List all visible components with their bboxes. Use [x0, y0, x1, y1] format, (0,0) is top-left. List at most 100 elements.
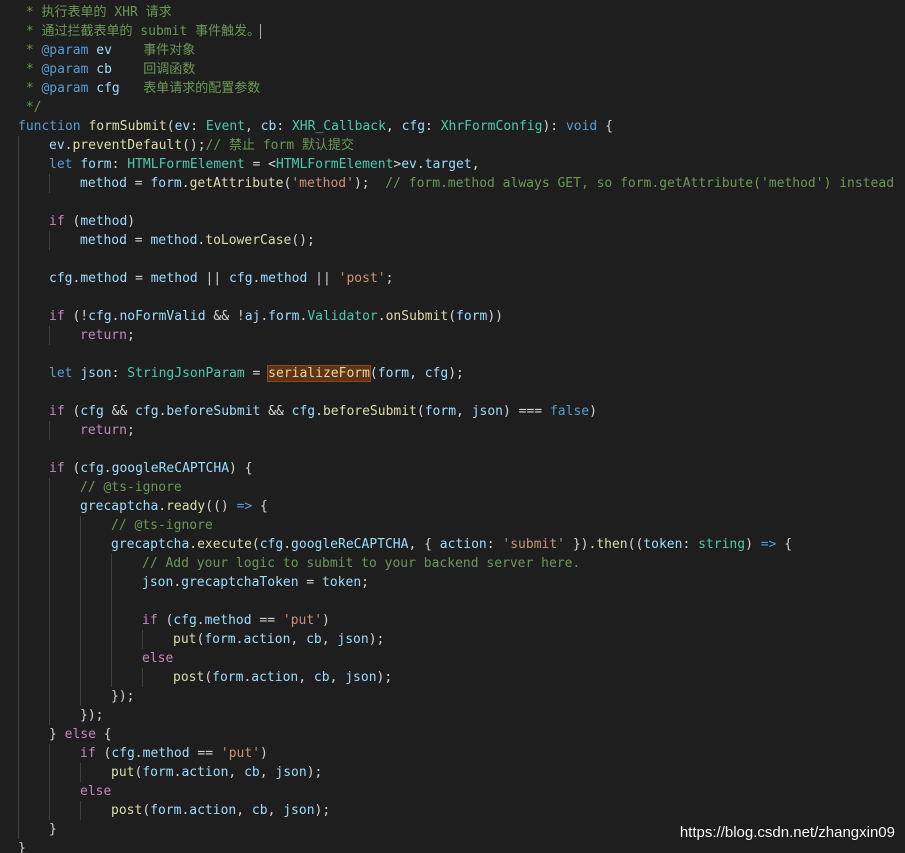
indent-guide [18, 820, 19, 839]
code-token: false [549, 404, 590, 419]
code-line[interactable]: put(form.action, cb, json); [18, 763, 905, 782]
code-line[interactable]: if (method) [18, 212, 905, 231]
code-token: * [18, 81, 42, 96]
code-line[interactable]: method = method.toLowerCase(); [18, 231, 905, 250]
code-token: = < [244, 157, 277, 172]
code-token: return [80, 423, 127, 438]
code-token: cb [96, 62, 112, 77]
indent-guide [49, 516, 50, 535]
code-line[interactable]: return; [18, 326, 905, 345]
code-line[interactable]: ev.preventDefault();// 禁止 form 默认提交 [18, 136, 905, 155]
code-token: cfg [49, 271, 73, 286]
code-token: json [80, 366, 112, 381]
indent-guide [18, 364, 19, 383]
code-line[interactable]: grecaptcha.ready(() => { [18, 497, 905, 516]
code-line[interactable]: }); [18, 706, 905, 725]
code-line[interactable]: method = form.getAttribute('method'); //… [18, 174, 905, 193]
code-token: . [103, 461, 112, 476]
code-token: action [243, 632, 291, 647]
code-line[interactable]: if (cfg.googleReCAPTCHA) { [18, 459, 905, 478]
code-token: ( [64, 461, 81, 476]
code-token: ); [353, 176, 386, 191]
code-line[interactable]: post(form.action, cb, json); [18, 801, 905, 820]
code-line[interactable]: // Add your logic to submit to your back… [18, 554, 905, 573]
code-token: form [150, 176, 182, 191]
code-token: return [80, 328, 127, 343]
indent-guide [49, 706, 50, 725]
indent-guide [18, 345, 19, 364]
code-token: execute [197, 537, 252, 552]
code-token: } [49, 822, 57, 837]
code-line[interactable]: else [18, 649, 905, 668]
code-token: ): [542, 119, 566, 134]
code-editor[interactable]: * 执行表单的 XHR 请求 * 通过拦截表单的 submit 事件触发。 * … [0, 0, 905, 853]
code-line[interactable]: * @param ev 事件对象 [18, 41, 905, 60]
code-area[interactable]: * 执行表单的 XHR 请求 * 通过拦截表单的 submit 事件触发。 * … [18, 3, 905, 853]
code-token: ( [448, 309, 457, 324]
code-line[interactable]: if (cfg.method == 'put') [18, 744, 905, 763]
code-line[interactable] [18, 288, 905, 307]
indent-guide [49, 535, 50, 554]
indent-guide [49, 478, 50, 497]
code-token: * 通过拦截表单的 submit 事件触发。 [18, 24, 261, 39]
code-line[interactable]: * 通过拦截表单的 submit 事件触发。 [18, 22, 905, 41]
code-token: cb [244, 765, 260, 780]
code-line[interactable]: * @param cb 回调函数 [18, 60, 905, 79]
code-line[interactable]: * @param cfg 表单请求的配置参数 [18, 79, 905, 98]
code-line[interactable]: if (cfg.method == 'put') [18, 611, 905, 630]
indent-guide [80, 554, 81, 573]
highlighted-token: serializeForm [267, 365, 371, 382]
code-token: . [283, 537, 292, 552]
code-token: action [181, 765, 229, 780]
code-token: if [142, 613, 158, 628]
code-token: cfg [80, 461, 104, 476]
code-token: Validator [307, 309, 378, 324]
code-line[interactable]: if (!cfg.noFormValid && !aj.form.Validat… [18, 307, 905, 326]
code-token: if [49, 214, 65, 229]
code-line[interactable] [18, 440, 905, 459]
code-token: method [260, 271, 308, 286]
indent-guide [49, 782, 50, 801]
code-token: == [189, 746, 221, 761]
code-line[interactable] [18, 345, 905, 364]
code-line[interactable] [18, 193, 905, 212]
code-line[interactable]: * 执行表单的 XHR 请求 [18, 3, 905, 22]
code-line[interactable]: let json: StringJsonParam = serializeFor… [18, 364, 905, 383]
code-token: token [643, 537, 683, 552]
code-line[interactable] [18, 250, 905, 269]
code-line[interactable]: if (cfg && cfg.beforeSubmit && cfg.befor… [18, 402, 905, 421]
code-line[interactable] [18, 592, 905, 611]
code-token: XhrFormConfig [440, 119, 543, 134]
indent-guide [80, 535, 81, 554]
code-token: // 禁止 form 默认提交 [205, 138, 354, 153]
code-line[interactable]: function formSubmit(ev: Event, cb: XHR_C… [18, 117, 905, 136]
code-token: ; [385, 271, 394, 286]
code-line[interactable]: put(form.action, cb, json); [18, 630, 905, 649]
code-line[interactable]: // @ts-ignore [18, 478, 905, 497]
code-token: Event [205, 119, 246, 134]
code-line[interactable]: } [18, 839, 905, 853]
code-line[interactable]: } else { [18, 725, 905, 744]
code-line[interactable]: // @ts-ignore [18, 516, 905, 535]
code-token: ); [314, 803, 331, 818]
indent-guide [49, 611, 50, 630]
code-line[interactable]: cfg.method = method || cfg.method || 'po… [18, 269, 905, 288]
indent-guide [18, 250, 19, 269]
code-line[interactable]: return; [18, 421, 905, 440]
indent-guide [111, 668, 112, 687]
code-token: noFormValid [119, 309, 206, 324]
code-token: && [103, 404, 136, 419]
code-token: { [597, 119, 613, 134]
code-line[interactable]: json.grecaptchaToken = token; [18, 573, 905, 592]
indent-guide [18, 136, 19, 155]
indent-guide [18, 421, 19, 440]
code-line[interactable] [18, 383, 905, 402]
code-line[interactable]: grecaptcha.execute(cfg.googleReCAPTCHA, … [18, 535, 905, 554]
code-token: { [776, 537, 793, 552]
code-line[interactable]: let form: HTMLFormElement = <HTMLFormEle… [18, 155, 905, 174]
code-token: form [268, 309, 300, 324]
code-line[interactable]: post(form.action, cb, json); [18, 668, 905, 687]
code-line[interactable]: else [18, 782, 905, 801]
code-line[interactable]: }); [18, 687, 905, 706]
code-line[interactable]: */ [18, 98, 905, 117]
